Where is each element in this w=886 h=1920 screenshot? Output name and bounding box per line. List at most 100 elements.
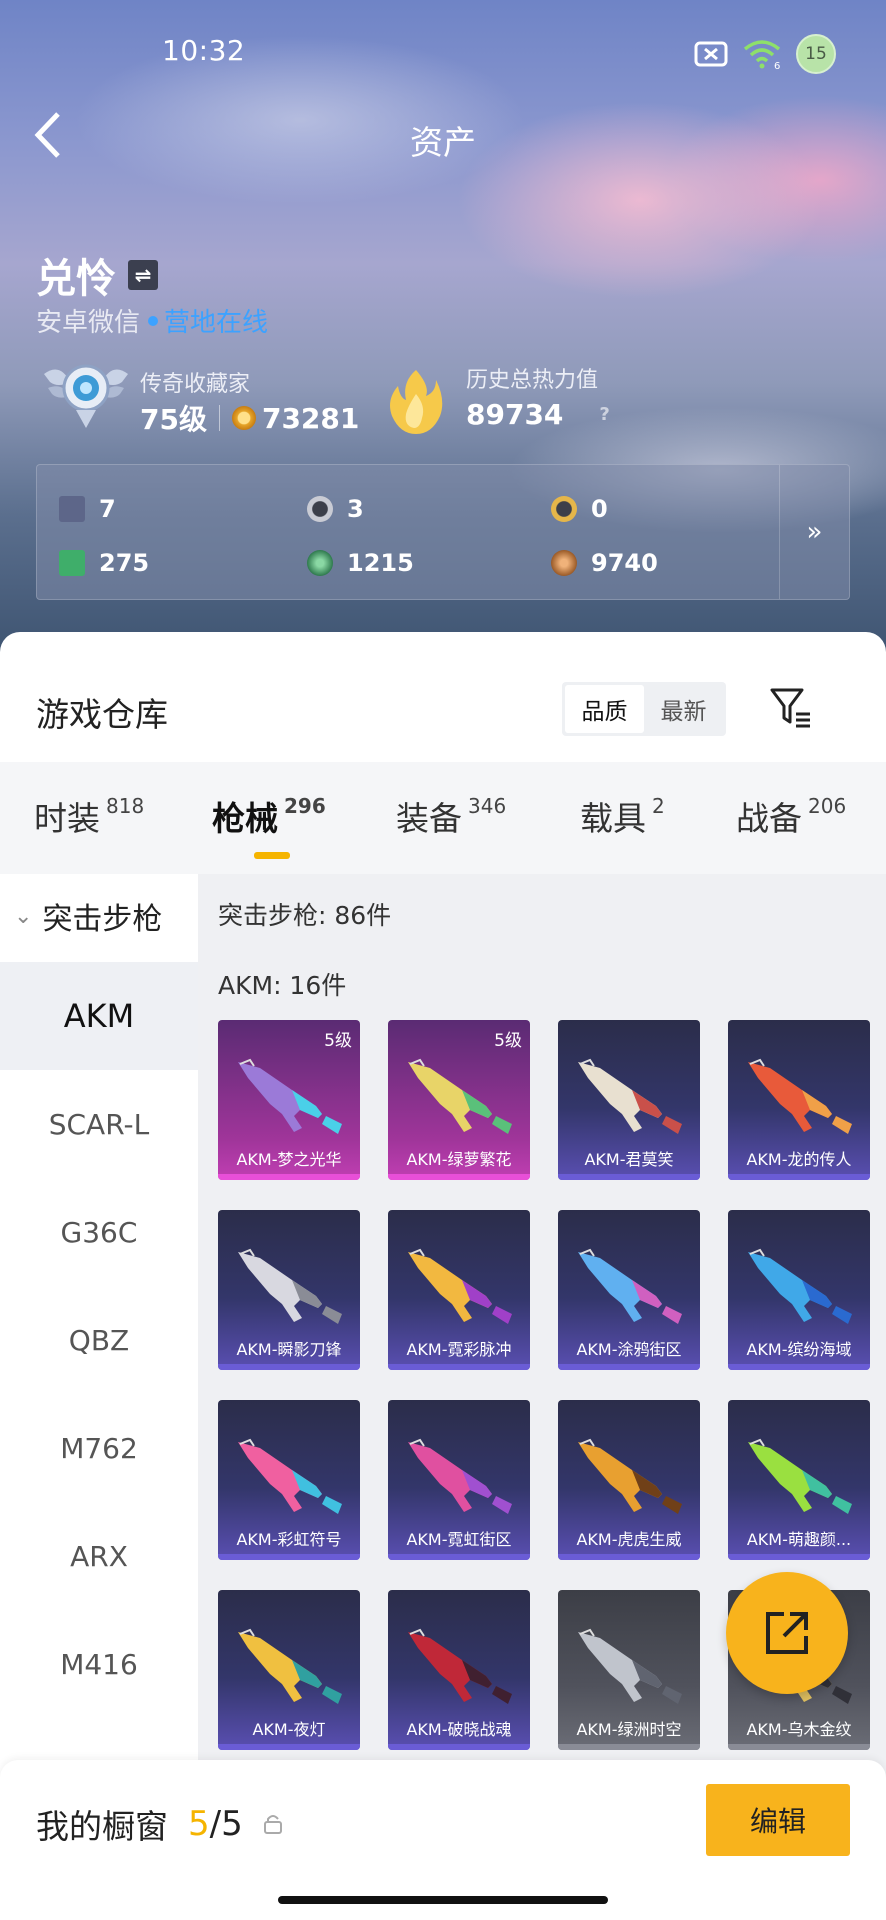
edit-button[interactable]: 编辑 <box>706 1784 850 1856</box>
divider <box>218 405 220 431</box>
tab-vehicles[interactable]: 载具 2 <box>580 792 665 840</box>
coins-group: 73281 <box>231 401 360 435</box>
home-indicator <box>278 1896 608 1904</box>
item-name: AKM-霓彩脉冲 <box>406 1340 512 1359</box>
sidebar-item-arx[interactable]: ARX <box>0 1502 198 1610</box>
heat-value: 89734 <box>466 398 564 431</box>
rarity-strip <box>728 1554 870 1560</box>
rarity-strip <box>388 1554 530 1560</box>
tab-equipment[interactable]: 装备 346 <box>396 792 506 840</box>
coin-icon <box>231 406 256 430</box>
rarity-strip <box>728 1744 870 1750</box>
rarity-strip <box>218 1744 360 1750</box>
sidebar-item-qbz[interactable]: QBZ <box>0 1286 198 1394</box>
stat-value: 3 <box>347 495 364 523</box>
item-card[interactable]: 5级 AKM-绿萝繁花 <box>388 1020 530 1180</box>
category-label: 突击步枪 <box>42 902 163 937</box>
item-name: AKM-夜灯 <box>252 1720 326 1739</box>
item-card[interactable]: AKM-涂鸦街区 <box>558 1210 700 1370</box>
item-card[interactable]: AKM-夜灯 <box>218 1590 360 1750</box>
flame-icon <box>390 370 443 434</box>
rifle-icon <box>748 1058 852 1134</box>
platform-label: 安卓微信 <box>36 308 141 338</box>
showcase-count: 5/5 <box>188 1804 243 1844</box>
online-dot-icon <box>148 315 159 326</box>
rank-emblem-icon[interactable] <box>40 352 132 432</box>
item-card[interactable]: AKM-萌趣颜... <box>728 1400 870 1560</box>
rarity-strip <box>728 1174 870 1180</box>
battery-indicator: 15 <box>796 34 836 74</box>
asset-stats-box[interactable]: 7 3 0 275 1215 9740 » <box>36 464 850 600</box>
lock-icon <box>263 1815 282 1834</box>
stat-bronze: 9740 <box>551 549 658 577</box>
rifle-icon <box>578 1628 682 1704</box>
silver-coin-icon <box>307 496 333 522</box>
item-name: AKM-霓虹街区 <box>406 1530 512 1549</box>
item-card[interactable]: AKM-破晓战魂 <box>388 1590 530 1750</box>
rifle-icon <box>238 1058 342 1134</box>
item-card[interactable]: AKM-瞬影刀锋 <box>218 1210 360 1370</box>
rank-level: 75级 <box>140 403 207 436</box>
share-button[interactable] <box>726 1572 848 1694</box>
switch-account-icon[interactable]: ⇌ <box>128 260 158 290</box>
tab-guns[interactable]: 枪械 296 <box>212 792 326 840</box>
stat-value: 0 <box>591 495 608 523</box>
warehouse-panel: 游戏仓库 品质 最新 时装 818 枪械 296 装备 346 载具 2 战备 … <box>0 632 886 1920</box>
filter-icon[interactable] <box>768 684 814 730</box>
rifle-icon <box>238 1248 342 1324</box>
sidebar-item-m416[interactable]: M416 <box>0 1610 198 1718</box>
category-tabs: 时装 818 枪械 296 装备 346 载具 2 战备 206 <box>0 762 886 874</box>
item-level: 5级 <box>494 1031 522 1051</box>
active-tab-indicator <box>254 852 290 859</box>
warehouse-title: 游戏仓库 <box>36 695 168 734</box>
sidebar-item-m762[interactable]: M762 <box>0 1394 198 1502</box>
bronze-coin-icon <box>551 550 577 576</box>
tab-label: 载具 <box>580 799 646 838</box>
rarity-strip <box>558 1174 700 1180</box>
rank-title: 传奇收藏家 <box>140 372 251 397</box>
rarity-strip <box>218 1174 360 1180</box>
green-card-icon <box>59 550 85 576</box>
item-card[interactable]: AKM-霓彩脉冲 <box>388 1210 530 1370</box>
item-card[interactable]: 5级 AKM-梦之光华 <box>218 1020 360 1180</box>
item-name: AKM-君莫笑 <box>584 1150 674 1169</box>
item-card[interactable]: AKM-霓虹街区 <box>388 1400 530 1560</box>
item-name: AKM-虎虎生威 <box>576 1530 682 1549</box>
wifi-icon: 6 <box>743 40 780 69</box>
item-name: AKM-梦之光华 <box>236 1150 342 1169</box>
item-card[interactable]: AKM-龙的传人 <box>728 1020 870 1180</box>
item-card[interactable]: AKM-缤纷海域 <box>728 1210 870 1370</box>
tab-supplies[interactable]: 战备 206 <box>736 792 846 840</box>
sort-newest[interactable]: 最新 <box>644 685 723 733</box>
rifle-icon <box>578 1248 682 1324</box>
rarity-strip <box>728 1364 870 1370</box>
item-name: AKM-彩虹符号 <box>236 1530 342 1549</box>
item-card[interactable]: AKM-彩虹符号 <box>218 1400 360 1560</box>
sim-icon <box>694 41 728 67</box>
coins-value: 73281 <box>261 401 360 435</box>
item-card[interactable]: AKM-虎虎生威 <box>558 1400 700 1560</box>
category-header[interactable]: ⌄ 突击步枪 <box>14 894 162 938</box>
item-card[interactable]: AKM-绿洲时空 <box>558 1590 700 1750</box>
user-name: 兑怜 <box>36 256 116 302</box>
rifle-icon <box>408 1248 512 1324</box>
sidebar-item-scar-l[interactable]: SCAR-L <box>0 1070 198 1178</box>
signal-label: 6 <box>774 61 780 69</box>
weapon-count: AKM: 16件 <box>218 971 347 1000</box>
rarity-strip <box>558 1744 700 1750</box>
stats-more-button[interactable]: » <box>779 465 849 599</box>
green-orb-icon <box>307 550 333 576</box>
item-name: AKM-涂鸦街区 <box>576 1340 682 1359</box>
sort-toggle: 品质 最新 <box>562 682 726 736</box>
item-card[interactable]: AKM-君莫笑 <box>558 1020 700 1180</box>
help-icon[interactable]: ? <box>599 404 609 425</box>
stat-value: 275 <box>99 549 150 577</box>
category-count: 突击步枪: 86件 <box>218 901 392 930</box>
showcase-used: 5 <box>188 1804 210 1844</box>
sort-quality[interactable]: 品质 <box>565 685 644 733</box>
sidebar-item-akm[interactable]: AKM <box>0 962 198 1070</box>
tab-fashion[interactable]: 时装 818 <box>34 792 144 840</box>
showcase-total: /5 <box>209 1804 243 1844</box>
sidebar-item-g36c[interactable]: G36C <box>0 1178 198 1286</box>
rarity-strip <box>388 1174 530 1180</box>
